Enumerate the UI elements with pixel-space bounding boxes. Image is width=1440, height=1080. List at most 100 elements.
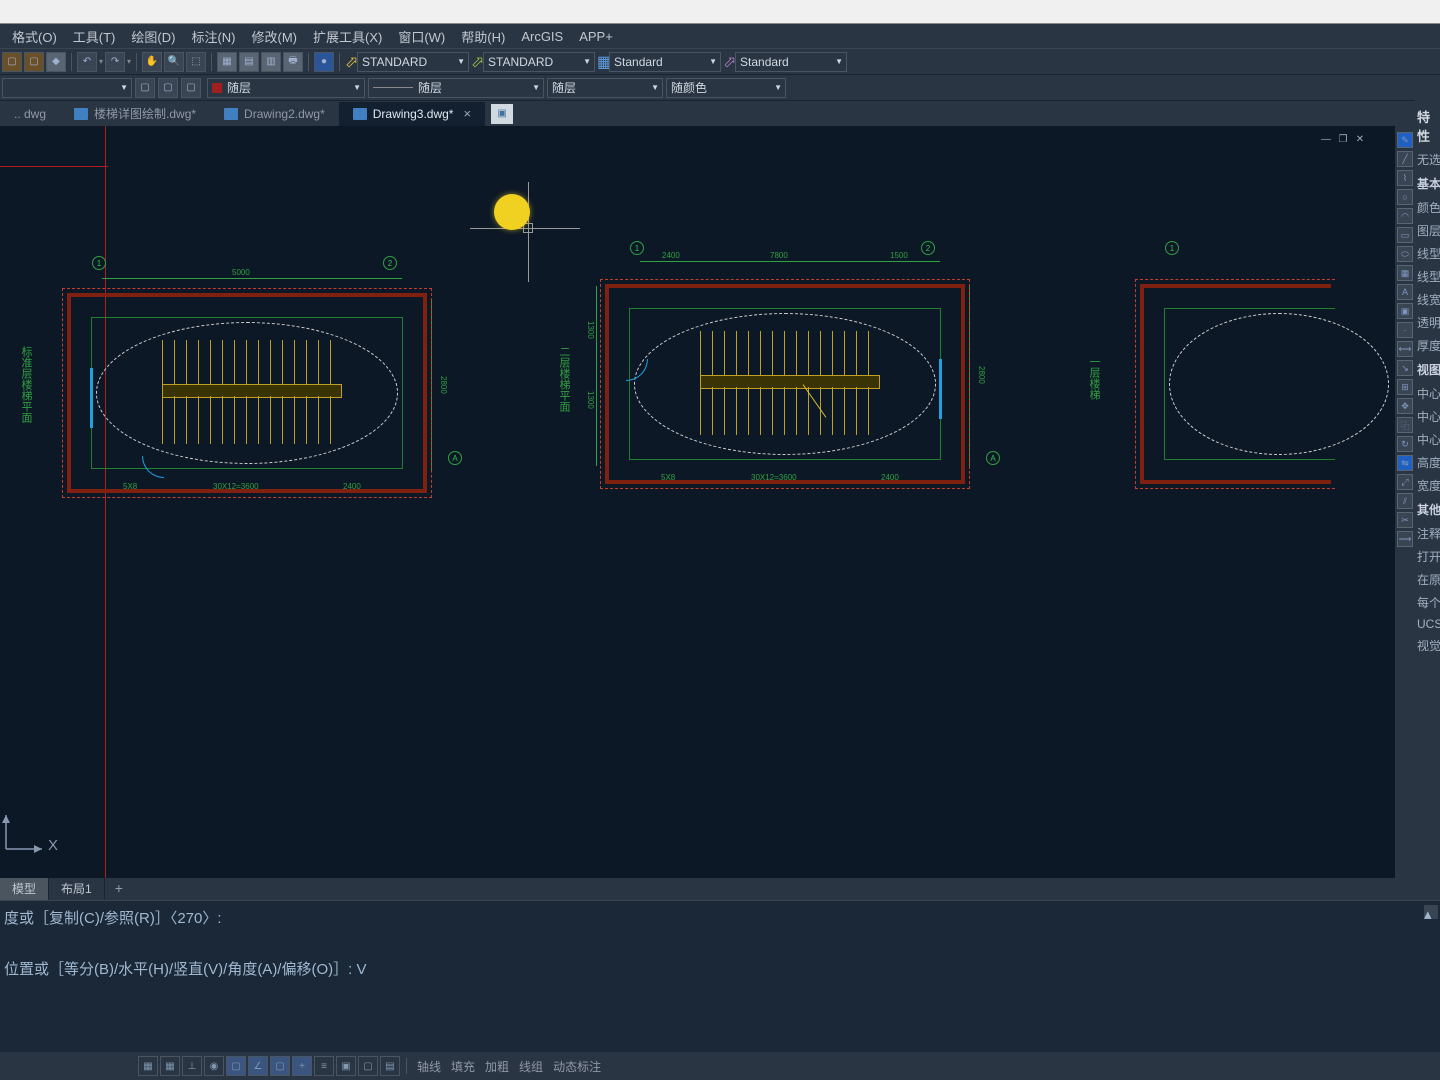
tool-hatch[interactable]: ▦ — [1397, 265, 1413, 281]
tool-select[interactable]: ✎ — [1397, 132, 1413, 148]
menu-arcgis[interactable]: ArcGIS — [513, 27, 571, 46]
tool-arc[interactable]: ◠ — [1397, 208, 1413, 224]
cmd-scroll-up[interactable]: ▴ — [1424, 905, 1438, 919]
layer-filter[interactable]: ▼ — [2, 78, 132, 98]
menu-dim[interactable]: 标注(N) — [183, 25, 243, 48]
model-tab[interactable]: 模型 — [0, 878, 49, 900]
save-btn[interactable]: ◆ — [46, 52, 66, 72]
redo-btn[interactable]: ↷ — [105, 52, 125, 72]
mleadstyle-combo[interactable]: Standard▼ — [735, 52, 847, 72]
layer-btn[interactable]: ▦ — [217, 52, 237, 72]
color-combo[interactable]: 随颜色▼ — [666, 78, 786, 98]
lwt-btn[interactable]: + — [292, 1056, 312, 1076]
pan-btn[interactable]: ✋ — [142, 52, 162, 72]
snap-grid-btn[interactable]: ▦ — [138, 1056, 158, 1076]
tool-trim[interactable]: ✂ — [1397, 512, 1413, 528]
min-icon[interactable]: — — [1319, 132, 1333, 146]
tool-copy[interactable]: ⿻ — [1397, 417, 1413, 433]
prop-each[interactable]: 每个! — [1415, 591, 1440, 614]
file-tab-1[interactable]: 楼梯详图绘制.dwg* — [60, 102, 210, 126]
tool-dim[interactable]: ⟷ — [1397, 341, 1413, 357]
prop-ltscale[interactable]: 线型! — [1415, 265, 1440, 288]
tool-offset[interactable]: ⫽ — [1397, 493, 1413, 509]
tool-pline[interactable]: ⌇ — [1397, 170, 1413, 186]
prop-origin[interactable]: 在原! — [1415, 568, 1440, 591]
tool-text[interactable]: A — [1397, 284, 1413, 300]
model-btn[interactable]: ▤ — [380, 1056, 400, 1076]
tool-rect[interactable]: ▭ — [1397, 227, 1413, 243]
prop-height[interactable]: 高度 — [1415, 451, 1440, 474]
tool-scale[interactable]: ⤢ — [1397, 474, 1413, 490]
tool-move[interactable]: ✥ — [1397, 398, 1413, 414]
polar-btn[interactable]: ◉ — [204, 1056, 224, 1076]
add-layout-btn[interactable]: + — [105, 878, 133, 900]
new-tab-btn[interactable]: ▣ — [491, 104, 513, 124]
prop-open[interactable]: 打开 — [1415, 545, 1440, 568]
prop-linetype[interactable]: 线型 — [1415, 242, 1440, 265]
tablestyle-combo[interactable]: Standard▼ — [609, 52, 721, 72]
menu-express[interactable]: 扩展工具(X) — [305, 25, 390, 48]
file-tab-0[interactable]: .. dwg — [0, 102, 60, 126]
props2-btn[interactable]: ▥ — [261, 52, 281, 72]
file-tab-2[interactable]: Drawing2.dwg* — [210, 102, 339, 126]
tool-point[interactable]: · — [1397, 322, 1413, 338]
command-window[interactable]: ▴ 度或［复制(C)/参照(R)］〈270〉: 位置或［等分(B)/水平(H)/… — [0, 900, 1440, 1052]
lineweight-combo[interactable]: 随层▼ — [547, 78, 663, 98]
dimstyle-combo[interactable]: STANDARD▼ — [483, 52, 595, 72]
print-btn[interactable]: 🖶 — [283, 52, 303, 72]
restore-icon[interactable]: ❐ — [1336, 132, 1350, 146]
tool-extend[interactable]: ⟶ — [1397, 531, 1413, 547]
prop-lineweight[interactable]: 线宽 — [1415, 288, 1440, 311]
menu-tools[interactable]: 工具(T) — [65, 25, 124, 48]
transp-btn[interactable]: ≡ — [314, 1056, 334, 1076]
zoom-btn[interactable]: 🔍 — [164, 52, 184, 72]
menu-draw[interactable]: 绘图(D) — [123, 25, 183, 48]
close-icon[interactable]: ✕ — [1353, 132, 1367, 146]
menu-help[interactable]: 帮助(H) — [453, 25, 513, 48]
tool-block[interactable]: ▣ — [1397, 303, 1413, 319]
sb-axis[interactable]: 轴线 — [417, 1058, 441, 1075]
prop-layer[interactable]: 图层 — [1415, 219, 1440, 242]
dyn-btn[interactable]: ▢ — [270, 1056, 290, 1076]
tool-line[interactable]: ╱ — [1397, 151, 1413, 167]
layer-combo[interactable]: 随层▼ — [207, 78, 365, 98]
prop-thickness[interactable]: 厚度 — [1415, 334, 1440, 357]
sb-fill[interactable]: 填充 — [451, 1058, 475, 1075]
new-btn[interactable]: ▢ — [2, 52, 22, 72]
menu-window[interactable]: 窗口(W) — [390, 25, 453, 48]
prop-ucs[interactable]: UCS — [1415, 614, 1440, 634]
qp-btn[interactable]: ▢ — [358, 1056, 378, 1076]
menu-modify[interactable]: 修改(M) — [243, 25, 305, 48]
tool-leader[interactable]: ↘ — [1397, 360, 1413, 376]
layerprev-btn[interactable]: ▢ — [181, 78, 201, 98]
info-btn[interactable]: ● — [314, 52, 334, 72]
sb-bold[interactable]: 加粗 — [485, 1058, 509, 1075]
osnap-btn[interactable]: ▢ — [226, 1056, 246, 1076]
tool-rotate[interactable]: ↻ — [1397, 436, 1413, 452]
cycle-btn[interactable]: ▣ — [336, 1056, 356, 1076]
undo-btn[interactable]: ↶ — [77, 52, 97, 72]
model-space[interactable]: — ❐ ✕ 1 2 A 5000 2800 5X8 30X12=3600 — [0, 126, 1395, 900]
prop-centerz[interactable]: 中心 — [1415, 428, 1440, 451]
prop-width[interactable]: 宽度 — [1415, 474, 1440, 497]
prop-color[interactable]: 颜色 — [1415, 196, 1440, 219]
props-btn[interactable]: ▤ — [239, 52, 259, 72]
tool-circle[interactable]: ○ — [1397, 189, 1413, 205]
menu-format[interactable]: 格式(O) — [4, 25, 65, 48]
prop-transparency[interactable]: 透明! — [1415, 311, 1440, 334]
sb-linegrp[interactable]: 线组 — [519, 1058, 543, 1075]
prop-visual[interactable]: 视觉 — [1415, 634, 1440, 657]
snap-grid2-btn[interactable]: ▦ — [160, 1056, 180, 1076]
layeriso-btn[interactable]: ▢ — [135, 78, 155, 98]
layout1-tab[interactable]: 布局1 — [49, 878, 105, 900]
prop-centerx[interactable]: 中心 — [1415, 382, 1440, 405]
sb-dyndim[interactable]: 动态标注 — [553, 1058, 601, 1075]
linetype-combo[interactable]: 随层▼ — [368, 78, 544, 98]
tool-mirror[interactable]: ⇋ — [1397, 455, 1413, 471]
open-btn[interactable]: ▢ — [24, 52, 44, 72]
prop-centery[interactable]: 中心 — [1415, 405, 1440, 428]
otrack-btn[interactable]: ∠ — [248, 1056, 268, 1076]
menu-app[interactable]: APP+ — [571, 27, 621, 46]
textstyle-combo[interactable]: STANDARD▼ — [357, 52, 469, 72]
zoomw-btn[interactable]: ⬚ — [186, 52, 206, 72]
